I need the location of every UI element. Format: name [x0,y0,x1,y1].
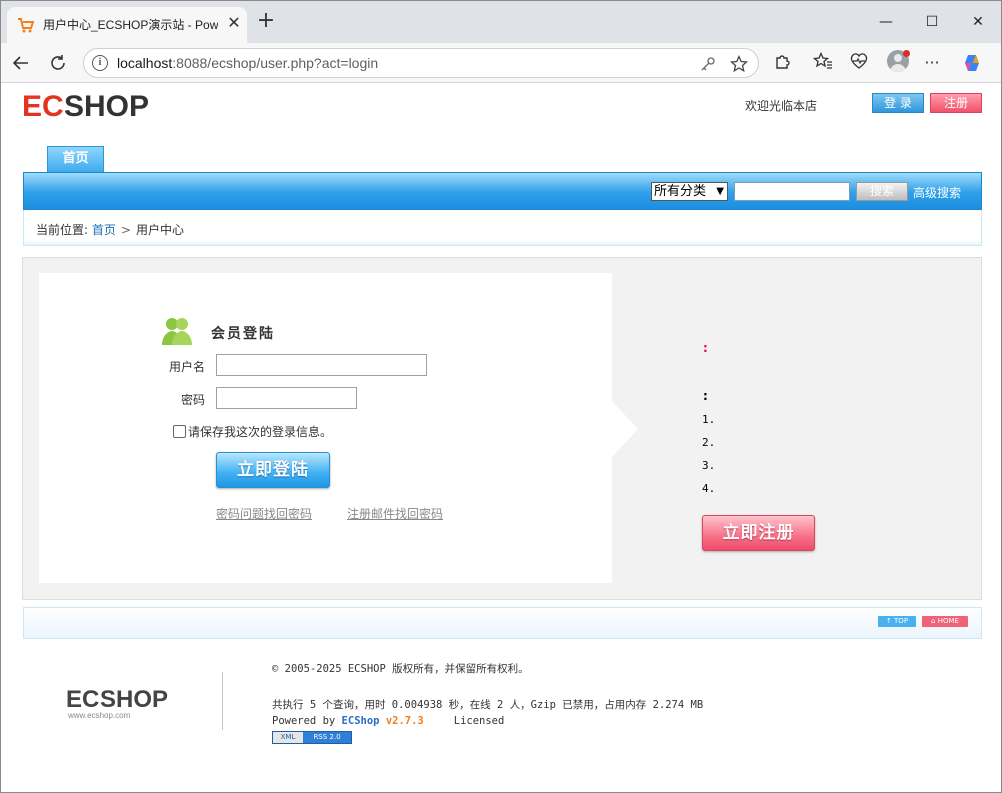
list-item: 1. [702,413,716,426]
browser-toolbar: i localhost:8088/ecshop/user.php?act=log… [1,43,1001,83]
password-label: 密码 [181,393,206,407]
breadcrumb-current: 用户中心 [135,223,184,237]
more-icon[interactable]: ··· [920,52,944,74]
notification-dot [903,50,910,57]
breadcrumb: 当前位置: 首页 > 用户中心 [36,221,184,238]
svg-text:SHOP: SHOP [100,686,168,713]
maximize-button[interactable]: ☐ [909,9,955,35]
license-text: Licensed [453,715,505,727]
login-button[interactable]: 登 录 [872,93,924,113]
info-icon[interactable]: i [92,55,108,71]
footer-divider [222,672,223,730]
search-button[interactable]: 搜索 [856,182,908,201]
category-select-value: 所有分类 [654,184,707,199]
svg-text:EC: EC [22,90,64,123]
powered-by: Powered by ECShop v2.7.3 Licensed [272,715,504,727]
ecshop-link[interactable]: ECShop [342,715,380,727]
url-path: :8088/ecshop/user.php?act=login [172,55,379,71]
powered-prefix: Powered by [272,715,342,727]
url-host: localhost [117,55,173,71]
password-input[interactable] [216,387,357,409]
search-input[interactable] [734,182,850,201]
breadcrumb-separator: > [120,223,131,237]
reload-icon [51,55,65,70]
welcome-text: 欢迎光临本店 [745,99,818,113]
address-bar[interactable]: i localhost:8088/ecshop/user.php?act=log… [83,48,759,78]
minimize-button[interactable]: — [863,9,909,35]
web-page: EC SHOP 欢迎光临本店 登 录 注册 首页 所有分类 ▼ 搜索 高级搜索 当… [2,84,1001,792]
copyright-text: © 2005-2025 ECSHOP 版权所有，并保留所有权利。 [272,663,529,675]
tab-title: 用户中心_ECSHOP演示站 - Powered by ECShop [43,18,218,32]
advanced-search-link[interactable]: 高级搜索 [913,184,961,201]
favorites-icon[interactable] [811,51,835,74]
cart-icon [18,18,35,33]
new-tab-button[interactable]: + [254,10,278,34]
title-bar: 用户中心_ECSHOP演示站 - Powered by ECShop ✕ + —… [1,1,1001,43]
ecshop-logo[interactable]: EC SHOP [22,88,152,124]
key-icon[interactable] [698,54,718,74]
nav-tab-home[interactable]: 首页 [47,146,104,172]
browser-tab[interactable]: 用户中心_ECSHOP演示站 - Powered by ECShop ✕ [7,7,247,43]
side-heading-red: : [703,341,708,355]
remember-me[interactable]: 请保存我这次的登录信息。 [173,423,332,440]
svg-text:EC: EC [66,686,99,713]
arrow-left-icon [12,56,28,70]
xml-label: XML [273,732,303,743]
submit-login-button[interactable]: 立即登陆 [216,452,330,488]
footer-bar: ↑ TOP ⌂ HOME [23,607,982,639]
svg-text:www.ecshop.com: www.ecshop.com [67,711,131,720]
query-stats: 共执行 5 个查询，用时 0.004938 秒，在线 2 人，Gzip 已禁用，… [272,699,704,711]
register-now-button[interactable]: 立即注册 [702,515,815,551]
users-icon [162,318,192,345]
chevron-down-icon: ▼ [716,186,724,197]
breadcrumb-home-link[interactable]: 首页 [92,223,116,237]
list-item: 3. [702,459,716,472]
rss-label: RSS 2.0 [313,733,341,741]
breadcrumb-bar: 当前位置: 首页 > 用户中心 [23,210,982,246]
breadcrumb-prefix: 当前位置: [36,223,89,237]
rss-badge[interactable]: XML RSS 2.0 [272,731,352,744]
copilot-icon[interactable] [961,52,985,74]
login-form: 会员登陆 用户名 密码 请保存我这次的登录信息。 立即登陆 密码问题找回密码 注… [39,273,638,583]
username-label: 用户名 [169,360,206,374]
username-input[interactable] [216,354,427,376]
browser-essentials-icon[interactable] [847,52,871,74]
category-select[interactable]: 所有分类 ▼ [651,182,728,201]
tab-close-icon[interactable]: ✕ [225,13,243,33]
star-icon[interactable] [729,54,749,74]
url-text[interactable]: localhost:8088/ecshop/user.php?act=login [117,55,378,71]
benefits-list: 1. 2. 3. 4. [702,408,715,500]
browser-window: 用户中心_ECSHOP演示站 - Powered by ECShop ✕ + —… [0,0,1002,793]
list-item: 4. [702,482,716,495]
svg-text:SHOP: SHOP [64,90,149,123]
footer-logo: EC SHOP www.ecshop.com [66,686,168,720]
extensions-icon[interactable] [771,52,795,74]
home-button[interactable]: ⌂ HOME [922,616,968,627]
register-button[interactable]: 注册 [930,93,982,113]
nav-bar: 所有分类 ▼ 搜索 高级搜索 [23,172,982,210]
close-window-button[interactable]: ✕ [955,9,1001,35]
login-title: 会员登陆 [211,326,275,342]
back-button[interactable] [7,49,35,77]
side-heading: : [703,389,708,403]
main-panel: 会员登陆 用户名 密码 请保存我这次的登录信息。 立即登陆 密码问题找回密码 注… [22,257,982,600]
list-item: 2. [702,436,716,449]
reload-button[interactable] [44,49,72,77]
remember-checkbox[interactable] [173,425,186,438]
remember-label: 请保存我这次的登录信息。 [188,425,333,439]
back-to-top-button[interactable]: ↑ TOP [878,616,916,627]
forgot-password-email-link[interactable]: 注册邮件找回密码 [347,505,443,522]
forgot-password-question-link[interactable]: 密码问题找回密码 [216,505,312,522]
version-text: v2.7.3 [385,715,424,727]
